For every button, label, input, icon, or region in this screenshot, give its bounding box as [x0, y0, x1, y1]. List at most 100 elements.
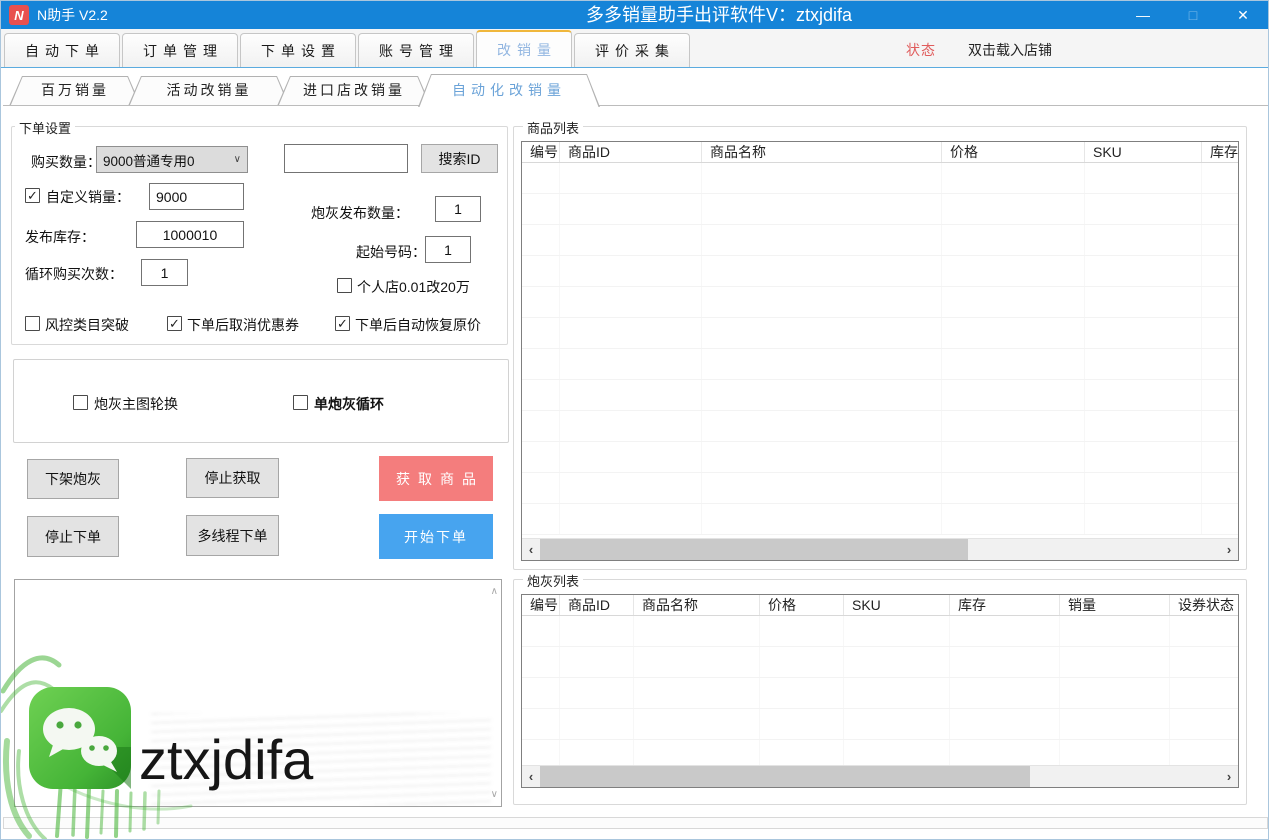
column-header[interactable]: SKU — [1085, 142, 1202, 162]
subtab-auto-sales[interactable]: 自动化改销量 — [418, 74, 600, 107]
panel-divider — [3, 105, 1268, 106]
column-header[interactable]: 价格 — [760, 595, 844, 615]
risk-breakthrough-checkbox[interactable]: ✓ — [25, 316, 40, 331]
table-row — [522, 256, 1238, 287]
tab-account-manage[interactable]: 账号管理 — [358, 33, 474, 67]
scroll-down-icon[interactable]: ∨ — [491, 789, 498, 800]
buy-qty-label: 购买数量： — [31, 152, 101, 172]
column-header[interactable]: SKU — [844, 595, 950, 615]
title-bar[interactable]: N N助手 V2.2 多多销量助手出评软件V：ztxjdifa — □ ✕ — [1, 1, 1268, 29]
custom-sales-label: 自定义销量： — [46, 187, 130, 207]
table-row — [522, 287, 1238, 318]
scroll-up-icon[interactable]: ∧ — [491, 586, 498, 597]
tab-change-sales[interactable]: 改销量 — [476, 30, 572, 67]
single-cannon-loop-label: 单炮灰循环 — [314, 394, 384, 414]
cannon-list-header: 编号 商品ID 商品名称 价格 SKU 库存 销量 设券状态 — [522, 595, 1238, 616]
table-row — [522, 318, 1238, 349]
loop-count-label: 循环购买次数： — [25, 264, 123, 284]
custom-sales-input[interactable] — [149, 183, 244, 210]
rotate-main-image-label: 炮灰主图轮换 — [94, 394, 178, 414]
multithread-order-button[interactable]: 多线程下单 — [186, 515, 279, 556]
stock-label: 发布库存： — [25, 227, 95, 247]
start-order-button[interactable]: 开始下单 — [379, 514, 493, 559]
sub-tab-strip: 百万销量 活动改销量 进口店改销量 自动化改销量 — [1, 69, 1268, 106]
cannon-list-hscrollbar[interactable]: ‹ › — [522, 765, 1238, 787]
fetch-products-button[interactable]: 获取商品 — [379, 456, 493, 501]
scroll-left-icon[interactable]: ‹ — [522, 769, 540, 784]
log-output-box[interactable]: ∧ ∨ — [14, 579, 502, 807]
table-row — [522, 380, 1238, 411]
tab-auto-order[interactable]: 自动下单 — [4, 33, 120, 67]
column-header[interactable]: 商品ID — [560, 595, 634, 615]
window-title: 多多销量助手出评软件V：ztxjdifa — [586, 1, 852, 29]
column-header[interactable]: 库存 — [950, 595, 1060, 615]
scrollbar-thumb[interactable] — [540, 766, 1030, 787]
table-row — [522, 504, 1238, 535]
subtab-million-sales[interactable]: 百万销量 — [9, 76, 141, 106]
personal-store-checkbox[interactable]: ✓ — [337, 278, 352, 293]
check-icon: ✓ — [27, 190, 38, 202]
column-header[interactable]: 商品ID — [560, 142, 702, 162]
column-header[interactable]: 编号 — [522, 595, 560, 615]
column-header[interactable]: 价格 — [942, 142, 1085, 162]
search-id-input[interactable] — [284, 144, 408, 173]
scroll-right-icon[interactable]: › — [1220, 542, 1238, 557]
order-settings-group-title: 下单设置 — [15, 118, 75, 137]
risk-breakthrough-label: 风控类目突破 — [45, 315, 129, 335]
loop-count-input[interactable] — [141, 259, 188, 286]
scroll-right-icon[interactable]: › — [1220, 769, 1238, 784]
minimize-button[interactable]: — — [1118, 1, 1168, 29]
cannon-qty-label: 炮灰发布数量： — [311, 203, 409, 223]
tab-order-manage[interactable]: 订单管理 — [122, 33, 238, 67]
app-window: N N助手 V2.2 多多销量助手出评软件V：ztxjdifa — □ ✕ 自动… — [0, 0, 1269, 840]
table-row — [522, 349, 1238, 380]
check-icon: ✓ — [169, 318, 180, 330]
product-list-body — [522, 163, 1238, 538]
subtab-import-store-sales[interactable]: 进口店改销量 — [277, 76, 431, 106]
tab-review-collect[interactable]: 评价采集 — [574, 33, 690, 67]
start-no-input[interactable] — [425, 236, 471, 263]
single-cannon-loop-checkbox[interactable]: ✓ — [293, 395, 308, 410]
column-header[interactable]: 销量 — [1060, 595, 1170, 615]
restore-price-checkbox[interactable]: ✓ — [335, 316, 350, 331]
product-list-table: 编号 商品ID 商品名称 价格 SKU 库存 ‹ › — [521, 141, 1239, 561]
scrollbar-thumb[interactable] — [540, 539, 968, 560]
stock-input[interactable] — [136, 221, 244, 248]
custom-sales-checkbox[interactable]: ✓ — [25, 188, 40, 203]
scroll-left-icon[interactable]: ‹ — [522, 542, 540, 557]
stop-order-button[interactable]: 停止下单 — [27, 516, 119, 557]
personal-store-label: 个人店0.01改20万 — [357, 277, 470, 297]
column-header[interactable]: 库存 — [1202, 142, 1238, 162]
close-button[interactable]: ✕ — [1218, 1, 1268, 29]
chevron-down-icon: ∨ — [234, 154, 241, 165]
column-header[interactable]: 商品名称 — [634, 595, 760, 615]
table-row — [522, 473, 1238, 504]
table-row — [522, 678, 1238, 709]
stop-fetch-button[interactable]: 停止获取 — [186, 458, 279, 498]
cannon-list-table: 编号 商品ID 商品名称 价格 SKU 库存 销量 设券状态 ‹ › — [521, 594, 1239, 788]
product-list-group-title: 商品列表 — [523, 118, 583, 137]
maximize-button[interactable]: □ — [1168, 1, 1218, 29]
cannon-list-body — [522, 616, 1238, 765]
status-hint: 双击载入店铺 — [968, 40, 1052, 60]
search-id-button[interactable]: 搜索ID — [421, 144, 498, 173]
table-row — [522, 616, 1238, 647]
table-row — [522, 442, 1238, 473]
product-list-hscrollbar[interactable]: ‹ › — [522, 538, 1238, 560]
table-row — [522, 647, 1238, 678]
cannon-qty-input[interactable] — [435, 196, 481, 222]
restore-price-label: 下单后自动恢复原价 — [355, 315, 481, 335]
tab-order-settings[interactable]: 下单设置 — [240, 33, 356, 67]
column-header[interactable]: 编号 — [522, 142, 560, 162]
subtab-activity-sales[interactable]: 活动改销量 — [128, 76, 290, 106]
table-row — [522, 194, 1238, 225]
table-row — [522, 740, 1238, 765]
app-title: N助手 V2.2 — [37, 1, 108, 29]
table-row — [522, 225, 1238, 256]
column-header[interactable]: 商品名称 — [702, 142, 942, 162]
buy-qty-dropdown[interactable]: 9000普通专用0 ∨ — [96, 146, 248, 173]
column-header[interactable]: 设券状态 — [1170, 595, 1238, 615]
cancel-coupon-checkbox[interactable]: ✓ — [167, 316, 182, 331]
rotate-main-image-checkbox[interactable]: ✓ — [73, 395, 88, 410]
offshelf-cannon-button[interactable]: 下架炮灰 — [27, 459, 119, 499]
